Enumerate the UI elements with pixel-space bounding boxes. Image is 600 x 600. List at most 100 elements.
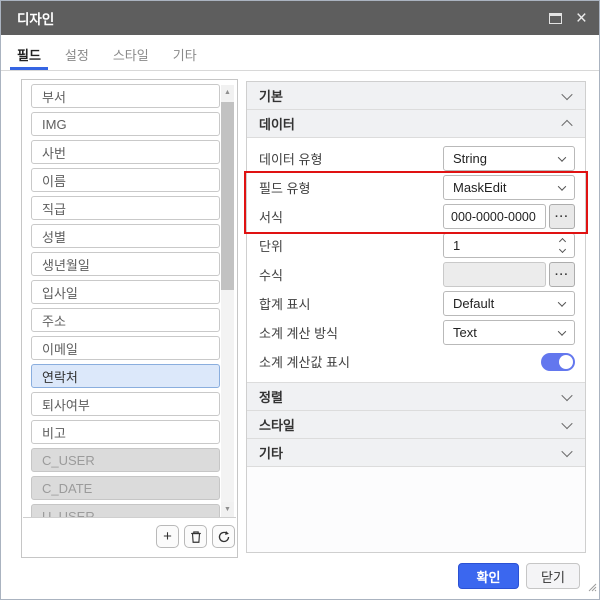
close-icon[interactable]: × xyxy=(576,9,587,28)
row-formula: 수식 ··· xyxy=(247,260,585,289)
tab-style[interactable]: 스타일 xyxy=(106,35,156,70)
row-total-display: 합계 표시 Default xyxy=(247,289,585,318)
row-unit: 단위 1 xyxy=(247,231,585,260)
list-item[interactable]: 비고 xyxy=(31,420,220,444)
list-item[interactable]: 이름 xyxy=(31,168,220,192)
list-item[interactable]: 직급 xyxy=(31,196,220,220)
total-display-select[interactable]: Default xyxy=(443,291,575,316)
chevron-up-icon xyxy=(558,237,567,246)
field-list-panel: 부서 IMG 사번 이름 직급 성별 생년월일 입사일 주소 이메일 연락처 퇴… xyxy=(21,79,238,558)
chevron-up-icon xyxy=(561,119,573,131)
scroll-down-icon[interactable]: ▼ xyxy=(221,502,234,517)
list-item-disabled: C_DATE xyxy=(31,476,220,500)
chevron-down-icon xyxy=(557,181,567,191)
maximize-icon[interactable] xyxy=(548,12,562,24)
format-input[interactable]: 000-0000-0000 xyxy=(443,204,546,229)
dialog-title: 디자인 xyxy=(17,12,55,27)
tab-etc[interactable]: 기타 xyxy=(166,35,204,70)
add-field-button[interactable]: + xyxy=(156,525,179,548)
chevron-down-icon xyxy=(561,445,573,457)
refresh-icon xyxy=(217,530,231,544)
ok-button[interactable]: 확인 xyxy=(458,563,519,589)
section-style[interactable]: 스타일 xyxy=(247,411,585,439)
unit-stepper[interactable]: 1 xyxy=(443,233,575,258)
list-item[interactable]: 성별 xyxy=(31,224,220,248)
field-type-select[interactable]: MaskEdit xyxy=(443,175,575,200)
scroll-up-icon[interactable]: ▲ xyxy=(221,85,234,100)
list-item[interactable]: 이메일 xyxy=(31,336,220,360)
unit-value: 1 xyxy=(453,238,461,253)
field-type-label: 필드 유형 xyxy=(259,181,311,196)
resize-grip-icon[interactable] xyxy=(588,579,597,597)
list-item[interactable]: 퇴사여부 xyxy=(31,392,220,416)
window-controls: × xyxy=(548,9,587,28)
titlebar: 디자인 × xyxy=(1,1,599,35)
row-subtotal-method: 소계 계산 방식 Text xyxy=(247,318,585,347)
list-scrollbar[interactable]: ▲ ▼ xyxy=(221,85,234,517)
row-data-type: 데이터 유형 String xyxy=(247,144,585,173)
row-field-type: 필드 유형 MaskEdit xyxy=(247,173,585,202)
section-basic[interactable]: 기본 xyxy=(247,82,585,110)
scrollbar-thumb[interactable] xyxy=(221,102,234,290)
subtotal-method-select[interactable]: Text xyxy=(443,320,575,345)
chevron-down-icon xyxy=(561,389,573,401)
list-item-disabled: C_USER xyxy=(31,448,220,472)
data-type-select[interactable]: String xyxy=(443,146,575,171)
subtotal-method-label: 소계 계산 방식 xyxy=(259,326,338,341)
tab-fields[interactable]: 필드 xyxy=(10,35,48,70)
format-label: 서식 xyxy=(259,210,283,225)
section-etc[interactable]: 기타 xyxy=(247,439,585,467)
panel-empty-area xyxy=(247,467,585,552)
chevron-down-icon xyxy=(558,245,567,254)
formula-input xyxy=(443,262,546,287)
list-item[interactable]: 주소 xyxy=(31,308,220,332)
list-item[interactable]: IMG xyxy=(31,112,220,136)
close-button[interactable]: 닫기 xyxy=(526,563,580,589)
chevron-down-icon xyxy=(557,326,567,336)
subtotal-value-display-label: 소계 계산값 표시 xyxy=(259,355,350,370)
data-section-rows: 데이터 유형 String 필드 유형 MaskEdit 서식 000-0000… xyxy=(247,138,585,383)
section-data-label: 데이터 xyxy=(259,117,295,132)
section-etc-label: 기타 xyxy=(259,446,283,461)
footer: 확인 닫기 xyxy=(458,563,580,589)
subtotal-value-toggle-on[interactable] xyxy=(541,352,575,371)
section-sort[interactable]: 정렬 xyxy=(247,383,585,411)
row-subtotal-value-display: 소계 계산값 표시 xyxy=(247,347,585,376)
row-format: 서식 000-0000-0000 ··· xyxy=(247,202,585,231)
field-type-value: MaskEdit xyxy=(453,180,507,195)
tabbar: 필드 설정 스타일 기타 xyxy=(1,35,599,71)
list-item[interactable]: 입사일 xyxy=(31,280,220,304)
delete-field-button[interactable] xyxy=(184,525,207,548)
format-ellipsis-button[interactable]: ··· xyxy=(549,204,575,229)
toggle-knob xyxy=(559,354,573,369)
total-display-label: 합계 표시 xyxy=(259,297,311,312)
chevron-down-icon xyxy=(557,297,567,307)
total-display-value: Default xyxy=(453,296,495,311)
list-item-disabled: U_USER xyxy=(31,504,220,517)
section-data[interactable]: 데이터 xyxy=(247,110,585,138)
section-sort-label: 정렬 xyxy=(259,390,283,405)
ellipsis-icon: ··· xyxy=(555,210,569,223)
list-item[interactable]: 부서 xyxy=(31,84,220,108)
field-list: 부서 IMG 사번 이름 직급 성별 생년월일 입사일 주소 이메일 연락처 퇴… xyxy=(23,84,236,518)
subtotal-method-value: Text xyxy=(453,325,477,340)
plus-icon: + xyxy=(163,528,172,545)
tab-settings[interactable]: 설정 xyxy=(58,35,96,70)
list-item[interactable]: 생년월일 xyxy=(31,252,220,276)
refresh-button[interactable] xyxy=(212,525,235,548)
formula-label: 수식 xyxy=(259,268,283,283)
section-basic-label: 기본 xyxy=(259,89,283,104)
list-item-selected[interactable]: 연락처 xyxy=(31,364,220,388)
section-style-label: 스타일 xyxy=(259,418,295,433)
list-toolbar: + xyxy=(156,525,235,548)
formula-ellipsis-button[interactable]: ··· xyxy=(549,262,575,287)
spinner-icons[interactable] xyxy=(558,237,567,254)
chevron-down-icon xyxy=(557,152,567,162)
data-type-label: 데이터 유형 xyxy=(259,152,323,167)
trash-icon xyxy=(189,530,203,544)
list-item[interactable]: 사번 xyxy=(31,140,220,164)
chevron-down-icon xyxy=(561,417,573,429)
ellipsis-icon: ··· xyxy=(555,268,569,281)
unit-label: 단위 xyxy=(259,239,283,254)
design-dialog: 디자인 × 필드 설정 스타일 기타 부서 IMG 사번 이름 직급 성별 생년… xyxy=(0,0,600,600)
